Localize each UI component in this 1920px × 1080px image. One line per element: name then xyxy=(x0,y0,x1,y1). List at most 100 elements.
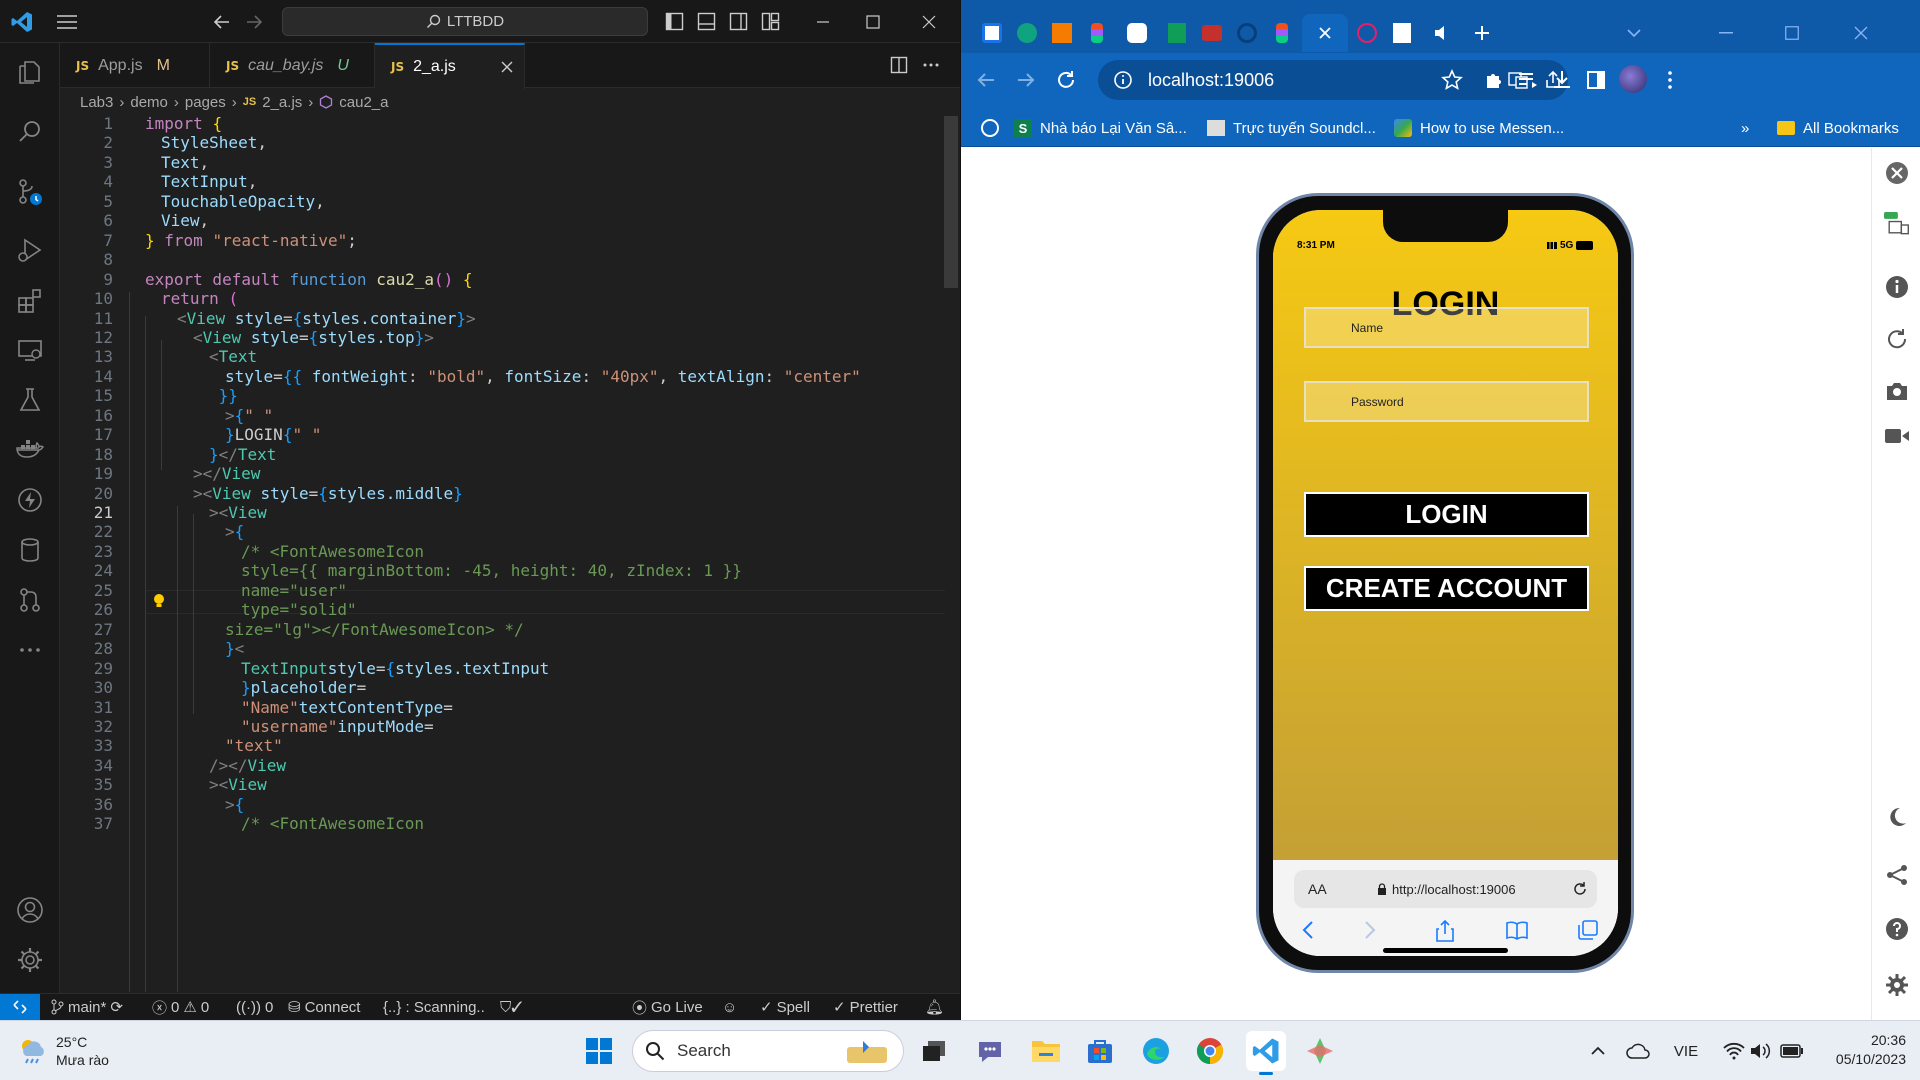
editor-scrollbar[interactable] xyxy=(944,116,958,288)
remote-indicator[interactable] xyxy=(0,994,40,1020)
accounts-icon[interactable] xyxy=(13,893,47,927)
record-video-icon[interactable] xyxy=(1884,423,1910,449)
side-panel-icon[interactable] xyxy=(1585,69,1607,91)
back-arrow-icon[interactable] xyxy=(212,12,232,32)
onedrive-cloud-icon[interactable] xyxy=(1618,1031,1658,1071)
code-line[interactable]: }< xyxy=(145,639,244,658)
search-icon[interactable] xyxy=(13,115,47,149)
weather-widget[interactable]: 25°C Mưa rào xyxy=(18,1033,109,1069)
close-button[interactable] xyxy=(906,0,952,43)
breadcrumb-item[interactable]: Lab3 xyxy=(80,94,113,111)
tab-favicon-github[interactable] xyxy=(1232,18,1262,48)
tab-favicon-sheets[interactable] xyxy=(1162,18,1192,48)
split-editor-icon[interactable] xyxy=(890,56,908,74)
code-line[interactable]: import { xyxy=(145,114,222,133)
database-icon[interactable] xyxy=(13,533,47,567)
safari-forward-icon[interactable] xyxy=(1363,920,1377,940)
vscode-taskbar-icon[interactable] xyxy=(1246,1031,1286,1075)
ports-status[interactable]: ((·)) 0 xyxy=(236,994,273,1020)
source-control-icon[interactable] xyxy=(13,175,47,209)
breadcrumb-item[interactable]: 2_a.js xyxy=(262,94,302,111)
code-line[interactable]: "Name"textContentType= xyxy=(145,698,453,717)
tab-favicon-react[interactable] xyxy=(1352,18,1382,48)
code-line[interactable]: }} xyxy=(145,386,238,405)
copilot-check-status[interactable]: ⛉✓ xyxy=(500,994,523,1020)
tab-app-js[interactable]: JS App.js M xyxy=(60,43,210,88)
safari-share-icon[interactable] xyxy=(1435,920,1455,942)
command-center-search[interactable]: LTTBDD xyxy=(282,7,648,36)
code-line[interactable]: ><View style={styles.middle} xyxy=(145,484,463,503)
code-line[interactable]: ></View xyxy=(145,464,260,483)
tab-2-a-js[interactable]: JS 2_a.js xyxy=(375,43,525,89)
settings-gear-icon[interactable] xyxy=(1884,972,1910,998)
file-explorer-icon[interactable] xyxy=(1026,1031,1066,1071)
docker-icon[interactable] xyxy=(13,433,47,467)
chrome-icon[interactable] xyxy=(1190,1031,1230,1071)
screenshot-camera-icon[interactable] xyxy=(1884,378,1910,404)
breadcrumb-item[interactable]: pages xyxy=(185,94,226,111)
code-line[interactable]: >{ xyxy=(145,522,244,541)
run-debug-icon[interactable] xyxy=(13,233,47,267)
taskbar-search[interactable]: Search xyxy=(632,1030,904,1072)
login-button[interactable]: LOGIN xyxy=(1304,492,1589,537)
notifications-bell-icon[interactable]: 🔔︎ xyxy=(925,994,944,1020)
bookmark-item[interactable]: How to use Messen... xyxy=(1394,109,1564,147)
bookmark-item[interactable]: Trực tuyến Soundcl... xyxy=(1207,109,1376,147)
code-line[interactable]: export default function cau2_a() { xyxy=(145,270,473,289)
extensions-icon[interactable] xyxy=(13,283,47,317)
new-tab-plus-icon[interactable] xyxy=(1467,18,1497,48)
microsoft-store-icon[interactable] xyxy=(1080,1031,1120,1071)
tab-favicon-orange[interactable] xyxy=(1047,18,1077,48)
create-account-button[interactable]: CREATE ACCOUNT xyxy=(1304,566,1589,611)
safari-tabs-icon[interactable] xyxy=(1578,920,1598,940)
tab-favicon-zalo[interactable] xyxy=(1122,18,1152,48)
breadcrumb-item[interactable]: demo xyxy=(130,94,168,111)
teams-chat-icon[interactable] xyxy=(970,1031,1010,1071)
remote-explorer-icon[interactable] xyxy=(13,333,47,367)
site-info-icon[interactable] xyxy=(1113,70,1133,90)
browser-maximize-button[interactable] xyxy=(1777,18,1807,48)
code-line[interactable]: >{ xyxy=(145,795,244,814)
tab-cau-bay-js[interactable]: JS cau_bay.js U xyxy=(210,43,375,88)
copilot-icon[interactable]: ☺ xyxy=(722,994,737,1020)
minimize-button[interactable] xyxy=(800,0,846,43)
code-line[interactable]: /* <FontAwesomeIcon xyxy=(145,542,424,561)
info-icon[interactable] xyxy=(1884,274,1910,300)
text-size-button[interactable]: AA xyxy=(1308,881,1327,897)
code-line[interactable]: TextInput, xyxy=(145,172,257,191)
lightbulb-icon[interactable] xyxy=(152,593,166,609)
code-line[interactable]: <Text xyxy=(145,347,257,366)
more-actions-icon[interactable] xyxy=(922,56,940,74)
gemini-app-icon[interactable] xyxy=(1300,1031,1340,1071)
customize-layout-icon[interactable] xyxy=(761,12,780,31)
bookmarks-overflow[interactable]: » xyxy=(1741,109,1749,147)
close-tab-icon[interactable] xyxy=(500,60,514,74)
back-arrow-icon[interactable] xyxy=(975,69,997,91)
start-windows-icon[interactable] xyxy=(579,1031,619,1071)
browser-minimize-button[interactable] xyxy=(1711,18,1741,48)
chrome-menu-icon[interactable] xyxy=(1659,69,1681,91)
maximize-button[interactable] xyxy=(850,0,896,43)
code-line[interactable]: style={{ marginBottom: -45, height: 40, … xyxy=(145,561,742,580)
code-line[interactable]: }placeholder= xyxy=(145,678,366,697)
breadcrumb-item[interactable]: cau2_a xyxy=(339,94,388,111)
safari-back-icon[interactable] xyxy=(1301,920,1315,940)
share-icon[interactable] xyxy=(1884,862,1910,888)
code-line[interactable]: name="user" xyxy=(145,581,347,600)
code-line[interactable]: <View style={styles.top}> xyxy=(145,328,434,347)
input-language[interactable]: VIE xyxy=(1666,1031,1706,1071)
download-icon[interactable] xyxy=(1551,69,1573,91)
name-input[interactable]: Name xyxy=(1304,307,1589,348)
task-view-icon[interactable] xyxy=(914,1031,954,1071)
browser-close-button[interactable] xyxy=(1846,18,1876,48)
show-hidden-icons-chevron[interactable] xyxy=(1578,1031,1618,1071)
forward-arrow-icon[interactable] xyxy=(244,12,264,32)
toggle-secondary-sidebar-icon[interactable] xyxy=(729,12,748,31)
explorer-icon[interactable] xyxy=(13,55,47,89)
spell-status[interactable]: ✓ Spell xyxy=(760,994,810,1020)
go-live-status[interactable]: ⦿ Go Live xyxy=(632,994,703,1020)
code-line[interactable]: size="lg"></FontAwesomeIcon> */ xyxy=(145,620,524,639)
code-line[interactable]: View, xyxy=(145,211,209,230)
code-line[interactable]: "username"inputMode= xyxy=(145,717,434,736)
git-graph-icon[interactable] xyxy=(13,583,47,617)
